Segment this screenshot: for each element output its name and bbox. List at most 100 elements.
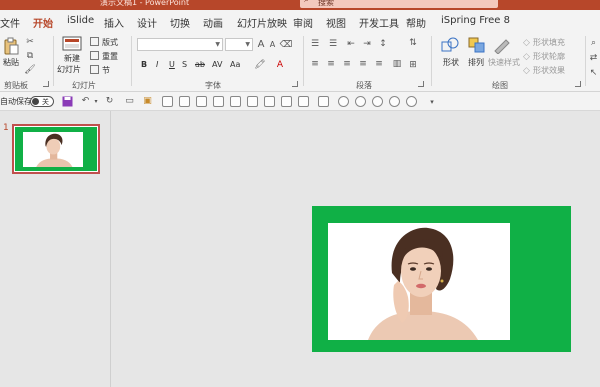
reset-button[interactable]: 重置 (102, 51, 118, 62)
underline-button[interactable]: U (169, 60, 175, 69)
ungroup-objects-icon[interactable] (318, 96, 329, 107)
section-button[interactable]: 节 (102, 65, 110, 76)
slide-thumbnail[interactable] (12, 124, 100, 174)
bullets-icon[interactable]: ☰ (309, 39, 321, 49)
quick-styles-button[interactable] (492, 36, 512, 54)
align-middle-objects-icon[interactable] (230, 96, 241, 107)
find-icon[interactable]: ⌕ (588, 37, 599, 48)
char-spacing-button[interactable]: AV (212, 60, 222, 69)
start-slideshow-icon[interactable]: ▭ (124, 95, 135, 107)
customize-qat-icon[interactable]: ▾ (428, 96, 436, 107)
align-left-objects-icon[interactable] (162, 96, 173, 107)
smartart-icon[interactable]: ⊞ (407, 59, 419, 71)
clipboard-launcher-icon[interactable] (43, 81, 49, 87)
align-top-objects-icon[interactable] (213, 96, 224, 107)
shape-button[interactable] (440, 36, 460, 54)
italic-button[interactable]: I (156, 60, 158, 69)
group-divider (585, 36, 586, 86)
tab-view[interactable]: 视图 (326, 15, 346, 30)
strike-button[interactable]: S (182, 60, 187, 69)
merge-shapes-icon[interactable] (338, 96, 349, 107)
align-bottom-objects-icon[interactable] (247, 96, 258, 107)
tab-transitions[interactable]: 切换 (170, 15, 190, 30)
align-left-icon[interactable]: ≡ (309, 59, 321, 69)
tab-insert[interactable]: 插入 (104, 15, 124, 30)
font-color-icon[interactable]: A (275, 59, 285, 70)
shadow-button[interactable]: ab (195, 60, 205, 69)
tab-help[interactable]: 帮助 (406, 15, 426, 30)
quick-access-toolbar: 自动保存 关 ↶ ▾ ↻ ▭ ▣ ▾ (0, 92, 600, 111)
distribute-horizontal-icon[interactable] (264, 96, 275, 107)
tab-file[interactable]: 文件 (0, 15, 20, 30)
autosave-toggle[interactable]: 关 (30, 96, 54, 107)
undo-icon[interactable]: ↶ (80, 95, 91, 107)
align-center-objects-icon[interactable] (179, 96, 190, 107)
format-painter-icon[interactable]: 🖌 (24, 65, 35, 75)
shape-effects-button[interactable]: 形状效果 (533, 65, 565, 76)
tab-islide[interactable]: iSlide (67, 15, 94, 26)
highlight-icon[interactable]: 🖍 (254, 59, 266, 70)
line-spacing-icon[interactable]: ↕ (377, 39, 389, 49)
quick-styles-icon (494, 39, 510, 54)
autosave-label: 自动保存 (0, 97, 32, 106)
font-name-dropdown[interactable]: ▼ (137, 38, 223, 51)
tab-home[interactable]: 开始 (33, 15, 53, 34)
grow-font-icon[interactable]: A (256, 38, 266, 50)
new-slide-button[interactable] (62, 36, 82, 52)
portrait-image[interactable] (328, 223, 510, 340)
search-box[interactable]: ⌕ 搜索 (300, 0, 498, 8)
bold-button[interactable]: B (141, 60, 147, 69)
fragment-shapes-icon[interactable] (389, 96, 400, 107)
distribute-vertical-icon[interactable] (281, 96, 292, 107)
slides-group-label: 幻灯片 (72, 81, 96, 90)
columns-icon[interactable]: ▥ (391, 59, 403, 69)
cut-icon[interactable]: ✂ (25, 37, 35, 47)
tab-ispring[interactable]: iSpring Free 8 (441, 15, 510, 26)
screenshot-icon[interactable]: ▣ (142, 95, 153, 107)
copy-icon[interactable]: ⧉ (25, 51, 35, 61)
quick-styles-label: 快速样式 (488, 58, 520, 67)
new-slide-label-1: 新建 (64, 54, 80, 63)
intersect-shapes-icon[interactable] (406, 96, 417, 107)
group-objects-icon[interactable] (298, 96, 309, 107)
align-right-icon[interactable]: ≡ (341, 59, 353, 69)
shape-outline-button[interactable]: 形状轮廓 (533, 51, 565, 62)
arrange-button[interactable] (467, 36, 487, 54)
increase-indent-icon[interactable]: ⇥ (361, 39, 373, 49)
undo-dropdown-icon[interactable]: ▾ (93, 95, 99, 107)
redo-icon[interactable]: ↻ (104, 95, 115, 107)
shape-label: 形状 (443, 58, 459, 67)
font-size-dropdown[interactable]: ▼ (225, 38, 253, 51)
select-icon[interactable]: ↖ (588, 67, 599, 78)
tab-developer[interactable]: 开发工具 (359, 15, 399, 30)
clipboard-group-label: 剪贴板 (4, 81, 28, 90)
drawing-launcher-icon[interactable] (575, 81, 581, 87)
justify-icon[interactable]: ≡ (357, 59, 369, 69)
text-direction-icon[interactable]: ⇅ (407, 37, 419, 49)
union-shapes-icon[interactable] (355, 96, 366, 107)
tab-review[interactable]: 审阅 (293, 15, 313, 30)
paragraph-launcher-icon[interactable] (418, 81, 424, 87)
shrink-font-icon[interactable]: A (268, 39, 277, 50)
decrease-indent-icon[interactable]: ⇤ (345, 39, 357, 49)
group-divider (131, 36, 132, 86)
change-case-button[interactable]: Aa (230, 60, 240, 69)
numbering-icon[interactable]: ☰ (327, 39, 339, 49)
replace-icon[interactable]: ⇄ (588, 52, 599, 63)
layout-button[interactable]: 版式 (102, 37, 118, 48)
combine-shapes-icon[interactable] (372, 96, 383, 107)
tab-design[interactable]: 设计 (137, 15, 157, 30)
current-slide[interactable] (312, 206, 571, 352)
distributed-icon[interactable]: ≡ (373, 59, 385, 69)
font-launcher-icon[interactable] (292, 81, 298, 87)
align-center-icon[interactable]: ≡ (325, 59, 337, 69)
tab-animations[interactable]: 动画 (203, 15, 223, 30)
shape-fill-button[interactable]: 形状填充 (533, 37, 565, 48)
shape-outline-icon: ◇ (523, 51, 530, 62)
align-right-objects-icon[interactable] (196, 96, 207, 107)
save-icon[interactable] (62, 95, 73, 107)
clear-format-icon[interactable]: ⌫ (280, 39, 293, 50)
ribbon-tabs: 文件 开始 iSlide 插入 设计 切换 动画 幻灯片放映 审阅 视图 开发工… (0, 10, 600, 34)
paste-button[interactable] (2, 36, 20, 56)
tab-slideshow[interactable]: 幻灯片放映 (237, 15, 287, 30)
